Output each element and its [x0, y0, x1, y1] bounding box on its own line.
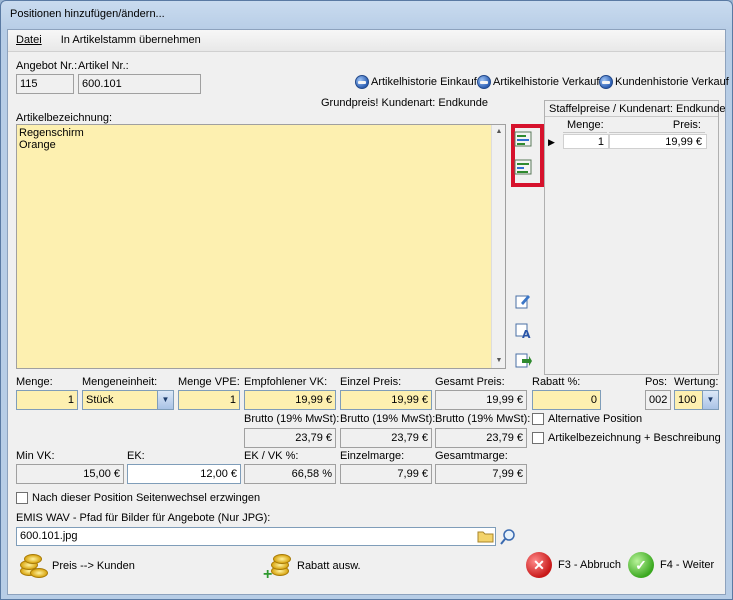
minvk-label: Min VK:	[16, 450, 55, 462]
seitenwechsel-checkbox[interactable]: Nach dieser Position Seitenwechsel erzwi…	[16, 492, 260, 504]
gesamt-label: Gesamt Preis:	[435, 376, 505, 388]
wertung-select[interactable]: 100 ▼	[674, 390, 719, 410]
check-icon: ✓	[628, 552, 654, 578]
minvk-field: 15,00 €	[16, 464, 124, 484]
pfad-label: EMIS WAV - Pfad für Bilder für Angebote …	[16, 512, 271, 524]
memo-scrollbar[interactable]: ▲ ▼	[491, 125, 505, 368]
brutto-gesamt-field: 23,79 €	[435, 428, 527, 448]
pos-label: Pos:	[645, 376, 668, 388]
menge-label: Menge:	[16, 376, 53, 388]
einzel-preis-input[interactable]: 19,99 €	[340, 390, 432, 410]
menu-uebernehmen[interactable]: In Artikelstamm übernehmen	[61, 34, 201, 46]
pos-field: 002	[645, 390, 671, 410]
font-icon[interactable]: A	[514, 322, 532, 341]
brutto-empf-field: 23,79 €	[244, 428, 336, 448]
checkbox-box[interactable]	[532, 413, 544, 425]
rabatt-input[interactable]: 0	[532, 390, 601, 410]
brutto-einzel-field: 23,79 €	[340, 428, 432, 448]
history-icon	[477, 75, 491, 89]
menu-bar: Datei In Artikelstamm übernehmen	[8, 30, 725, 52]
empf-label: Empfohlener VK:	[244, 376, 328, 388]
dialog-window: Positionen hinzufügen/ändern... Datei In…	[0, 0, 733, 600]
gesamtmarge-field: 7,99 €	[435, 464, 527, 484]
checkbox-box[interactable]	[532, 432, 544, 444]
chevron-down-icon[interactable]: ▼	[702, 391, 718, 409]
vpe-input[interactable]: 1	[178, 390, 240, 410]
export-icon[interactable]	[514, 352, 532, 370]
menge-input[interactable]: 1	[16, 390, 78, 410]
staffel-menge-cell[interactable]: 1	[563, 134, 609, 149]
staffel-title: Staffelpreise / Kundenart: Endkunde	[545, 101, 726, 117]
einzel-label: Einzel Preis:	[340, 376, 402, 388]
hist-verkauf-button[interactable]: Artikelhistorie Verkauf	[477, 75, 599, 89]
staffel-grid[interactable]: Staffelpreise / Kundenart: Endkunde Meng…	[544, 100, 726, 375]
scroll-up-icon[interactable]: ▲	[492, 125, 506, 139]
window-title: Positionen hinzufügen/ändern...	[10, 8, 165, 20]
col-preis: Preis:	[609, 118, 705, 133]
rabatt-label: Rabatt %:	[532, 376, 581, 388]
insert-text-icon[interactable]	[514, 130, 532, 148]
artikel-field: 600.101	[78, 74, 201, 94]
coins-add-icon: +	[263, 552, 293, 583]
brutto2-label: Brutto (19% MwSt):	[340, 413, 436, 425]
ek-input[interactable]: 12,00 €	[127, 464, 241, 484]
insert-list-icon[interactable]	[514, 158, 532, 176]
wertung-label: Wertung:	[674, 376, 719, 388]
weiter-button[interactable]: ✓ F4 - Weiter	[628, 552, 714, 578]
menu-datei[interactable]: Datei	[16, 34, 50, 46]
gesamtmarge-label: Gesamtmarge:	[435, 450, 508, 462]
svg-text:A: A	[522, 328, 531, 340]
brutto1-label: Brutto (19% MwSt):	[244, 413, 340, 425]
einzelmarge-field: 7,99 €	[340, 464, 432, 484]
ek-label: EK:	[127, 450, 145, 462]
artbez-label: Artikelbezeichnung:	[16, 112, 113, 124]
staffel-preis-cell[interactable]: 19,99 €	[609, 134, 707, 149]
einheit-label: Mengeneinheit:	[82, 376, 158, 388]
ekvk-label: EK / VK %:	[244, 450, 299, 462]
folder-icon[interactable]	[477, 528, 495, 546]
checkbox-box[interactable]	[16, 492, 28, 504]
gesamt-preis-field: 19,99 €	[435, 390, 527, 410]
artikel-label: Artikel Nr.:	[78, 60, 129, 72]
coins-icon	[18, 552, 48, 580]
brutto3-label: Brutto (19% MwSt):	[435, 413, 531, 425]
kunden-hist-button[interactable]: Kundenhistorie Verkauf	[599, 75, 729, 89]
history-icon	[355, 75, 369, 89]
search-icon[interactable]	[499, 528, 517, 546]
abbruch-button[interactable]: ✕ F3 - Abbruch	[526, 552, 621, 578]
pfad-input[interactable]: 600.101.jpg	[16, 527, 496, 546]
einheit-select[interactable]: Stück ▼	[82, 390, 174, 410]
hist-einkauf-button[interactable]: Artikelhistorie Einkauf	[355, 75, 477, 89]
einzelmarge-label: Einzelmarge:	[340, 450, 405, 462]
angebot-field: 115	[16, 74, 74, 94]
artbez-beschr-checkbox[interactable]: Artikelbezeichnung + Beschreibung	[532, 432, 721, 444]
angebot-label: Angebot Nr.:	[16, 60, 78, 72]
vpe-label: Menge VPE:	[178, 376, 240, 388]
dialog-client: Datei In Artikelstamm übernehmen Angebot…	[7, 29, 729, 595]
chevron-down-icon[interactable]: ▼	[157, 391, 173, 409]
empf-vk-input[interactable]: 19,99 €	[244, 390, 336, 410]
col-menge: Menge:	[563, 118, 607, 133]
edit-icon[interactable]	[514, 292, 532, 310]
artbez-textarea[interactable]: Regenschirm Orange ▲ ▼	[16, 124, 506, 369]
row-pointer-icon: ▶	[548, 137, 555, 147]
cancel-icon: ✕	[526, 552, 552, 578]
grundpreis-text: Grundpreis! Kundenart: Endkunde	[321, 97, 488, 109]
preis-kunden-button[interactable]: Preis --> Kunden	[18, 552, 135, 580]
ekvk-field: 66,58 %	[244, 464, 336, 484]
rabatt-button[interactable]: + Rabatt ausw.	[263, 552, 361, 583]
scroll-down-icon[interactable]: ▼	[492, 354, 506, 368]
history-icon	[599, 75, 613, 89]
alternative-checkbox[interactable]: Alternative Position	[532, 413, 642, 425]
